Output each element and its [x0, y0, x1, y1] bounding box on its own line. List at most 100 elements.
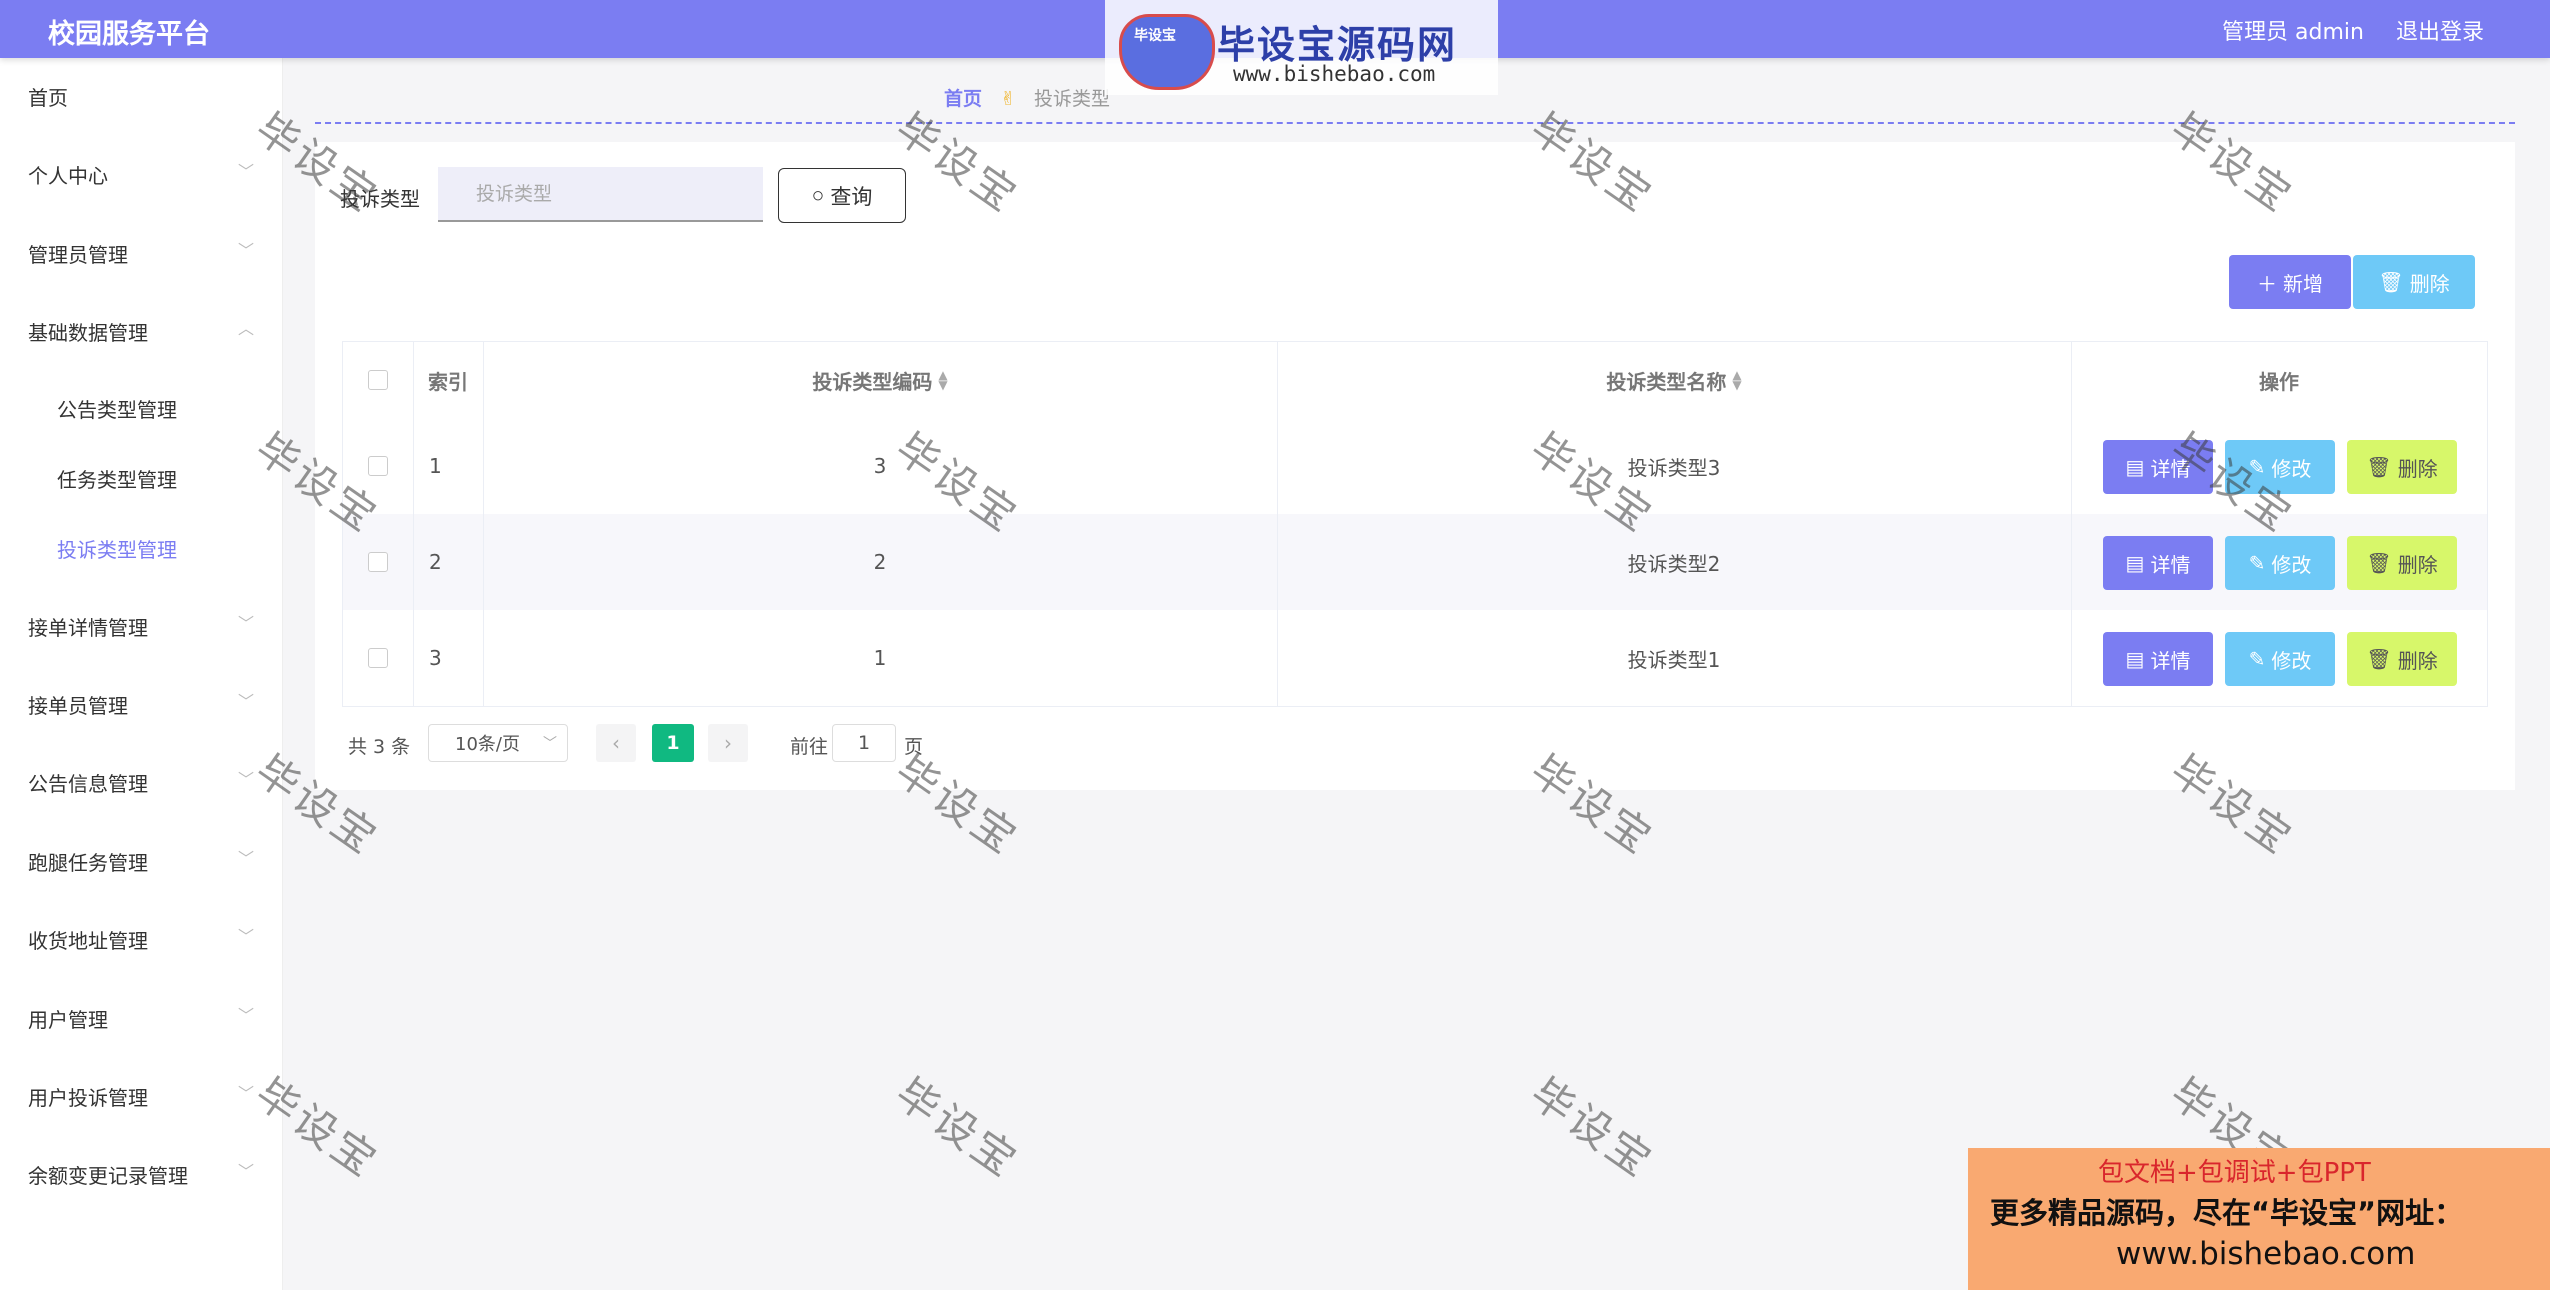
sidebar-item-balance-log[interactable]: 余额变更记录管理 ﹀ [0, 1136, 282, 1206]
delete-label: 删除 [2397, 650, 2438, 673]
sidebar-item-notice-info[interactable]: 公告信息管理 ﹀ [0, 744, 282, 814]
sidebar-subitem-notice-type[interactable]: 公告类型管理 [0, 376, 282, 436]
delete-button[interactable]: 🗑 删除 [2347, 440, 2457, 494]
chevron-down-icon: ﹀ [238, 162, 255, 181]
pencil-icon: ✎ [2248, 648, 2266, 671]
add-button-label: 新增 [2283, 273, 2323, 296]
sidebar-subitem-label: 任务类型管理 [57, 468, 177, 492]
detail-button[interactable]: ▤ 详情 [2103, 632, 2213, 686]
pencil-icon: ✎ [2248, 456, 2266, 479]
sidebar-item-home[interactable]: 首页 [0, 58, 282, 128]
sidebar-item-admin-management[interactable]: 管理员管理 ﹀ [0, 215, 282, 285]
sidebar-item-label: 接单详情管理 [28, 616, 148, 640]
sidebar-item-label: 用户管理 [28, 1008, 108, 1032]
edit-button[interactable]: ✎ 修改 [2225, 440, 2335, 494]
column-header-index: 索引 [428, 369, 468, 394]
sidebar-item-order-detail[interactable]: 接单详情管理 ﹀ [0, 588, 282, 658]
sort-icon[interactable]: ▲ ▼ [938, 369, 947, 391]
complaint-type-table: 索引 投诉类型编码 ▲ ▼ 投诉类型名称 ▲ ▼ 操作 1 3 投诉类型3 ▤ 详情 … [342, 341, 2488, 707]
page-size-select[interactable]: 10条/页 ﹀ [428, 724, 568, 762]
app-title: 校园服务平台 [48, 19, 210, 50]
mascot-logo-icon: 毕设宝 [1119, 14, 1215, 90]
trash-icon: 🗑 [2378, 271, 2404, 294]
chevron-down-icon: ﹀ [238, 849, 255, 868]
chevron-down-icon: ﹀ [238, 1162, 255, 1181]
logout-link[interactable]: 退出登录 [2396, 14, 2484, 46]
cell-code: 3 [873, 454, 887, 478]
chevron-down-icon: ﹀ [238, 241, 255, 260]
sidebar-item-label: 公告信息管理 [28, 772, 148, 796]
sidebar-item-label: 用户投诉管理 [28, 1086, 148, 1110]
table-row: 3 1 投诉类型1 ▤ 详情 ✎ 修改 🗑 删除 [343, 610, 2487, 707]
chevron-left-icon: ‹ [612, 731, 620, 755]
pagination-total: 共 3 条 [348, 736, 411, 758]
sidebar-item-courier[interactable]: 接单员管理 ﹀ [0, 666, 282, 736]
sidebar: 首页 个人中心 ﹀ 管理员管理 ﹀ 基础数据管理 ︿ 公告类型管理 任务类型管理… [0, 58, 283, 1290]
column-header-code[interactable]: 投诉类型编码 ▲ ▼ [483, 342, 1277, 418]
row-select-cell [343, 610, 413, 706]
cell-code: 1 [873, 646, 887, 670]
cell-code: 2 [873, 550, 887, 574]
sidebar-item-personal-center[interactable]: 个人中心 ﹀ [0, 136, 282, 206]
sidebar-item-user-complaint[interactable]: 用户投诉管理 ﹀ [0, 1058, 282, 1128]
sidebar-item-errand-task[interactable]: 跑腿任务管理 ﹀ [0, 823, 282, 893]
sidebar-item-user[interactable]: 用户管理 ﹀ [0, 980, 282, 1050]
goto-page-input[interactable] [832, 724, 896, 762]
promo-line-3: www.bishebao.com [2116, 1236, 2416, 1272]
hand-icon: ✌ [1000, 88, 1016, 110]
delete-button[interactable]: 🗑 删除 [2347, 632, 2457, 686]
sidebar-item-label: 个人中心 [28, 164, 108, 188]
edit-label: 修改 [2271, 650, 2312, 673]
edit-button[interactable]: ✎ 修改 [2225, 536, 2335, 590]
sidebar-item-label: 首页 [28, 86, 68, 110]
watermark: 毕设宝 [886, 1068, 1028, 1188]
next-page-button[interactable]: › [708, 724, 748, 762]
column-header-actions: 操作 [2259, 369, 2299, 394]
page-number-current[interactable]: 1 [652, 724, 694, 762]
table-header-row: 索引 投诉类型编码 ▲ ▼ 投诉类型名称 ▲ ▼ 操作 [343, 342, 2487, 419]
edit-button[interactable]: ✎ 修改 [2225, 632, 2335, 686]
sidebar-item-basic-data[interactable]: 基础数据管理 ︿ [0, 293, 282, 363]
trash-icon: 🗑 [2366, 456, 2392, 479]
chevron-down-icon: ﹀ [238, 927, 255, 946]
cell-name: 投诉类型1 [1627, 647, 1721, 672]
cell-name: 投诉类型3 [1627, 455, 1721, 480]
sidebar-item-label: 余额变更记录管理 [28, 1164, 188, 1188]
breadcrumb-home[interactable]: 首页 [944, 88, 982, 110]
search-label: 投诉类型 [340, 187, 420, 211]
sidebar-subitem-task-type[interactable]: 任务类型管理 [0, 446, 282, 506]
add-button[interactable]: ＋ 新增 [2229, 255, 2351, 309]
select-all-checkbox[interactable] [368, 370, 388, 390]
row-select-cell [343, 514, 413, 610]
plus-icon: ＋ [2257, 273, 2277, 296]
chevron-right-icon: › [724, 731, 732, 755]
logo-brand: 毕设宝源码网 [1217, 23, 1458, 67]
sort-icon[interactable]: ▲ ▼ [1732, 369, 1741, 391]
row-checkbox[interactable] [368, 648, 388, 668]
column-header-name[interactable]: 投诉类型名称 ▲ ▼ [1277, 342, 2071, 418]
sidebar-item-label: 管理员管理 [28, 243, 128, 267]
batch-delete-button[interactable]: 🗑 删除 [2353, 255, 2475, 309]
trash-icon: 🗑 [2366, 648, 2392, 671]
row-checkbox[interactable] [368, 456, 388, 476]
detail-label: 详情 [2150, 554, 2191, 577]
detail-label: 详情 [2150, 458, 2191, 481]
row-select-cell [343, 418, 413, 514]
goto-unit: 页 [904, 736, 924, 758]
promo-line-1: 包文档+包调试+包PPT [2098, 1158, 2371, 1188]
chevron-down-icon: ﹀ [238, 770, 255, 789]
sidebar-item-address[interactable]: 收货地址管理 ﹀ [0, 901, 282, 971]
prev-page-button[interactable]: ‹ [596, 724, 636, 762]
delete-label: 删除 [2397, 554, 2438, 577]
current-user: 管理员 admin [2222, 20, 2364, 45]
row-checkbox[interactable] [368, 552, 388, 572]
sidebar-subitem-complaint-type[interactable]: 投诉类型管理 [0, 516, 282, 576]
detail-button[interactable]: ▤ 详情 [2103, 536, 2213, 590]
promo-line-2: 更多精品源码，尽在“毕设宝”网址： [1990, 1196, 2464, 1230]
detail-button[interactable]: ▤ 详情 [2103, 440, 2213, 494]
search-input[interactable] [438, 167, 763, 222]
delete-button[interactable]: 🗑 删除 [2347, 536, 2457, 590]
cell-index: 3 [429, 646, 442, 670]
column-header-name-label: 投诉类型名称 [1606, 369, 1727, 394]
query-button[interactable]: ○ 查询 [778, 168, 906, 223]
